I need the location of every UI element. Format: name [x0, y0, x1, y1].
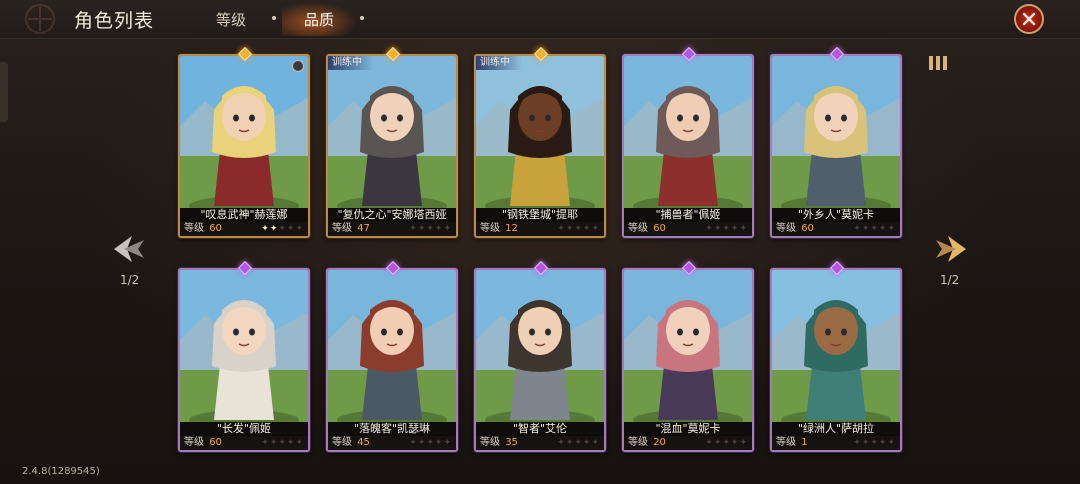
- character-portrait: [476, 270, 604, 422]
- character-portrait: [772, 56, 900, 208]
- character-level-row: 等级 12 ✦✦✦✦✦: [476, 222, 604, 236]
- star-rating: ✦✦✦✦✦: [557, 224, 600, 234]
- level-label: 等级: [776, 437, 796, 448]
- character-name: "长发"佩姬: [180, 422, 308, 436]
- top-bar: 角色列表 等级 品质: [0, 0, 1080, 39]
- training-tag: 训练中: [476, 56, 522, 70]
- grid-view-icon: [929, 56, 947, 70]
- level-label: 等级: [776, 223, 796, 234]
- character-name: "智者"艾伦: [476, 422, 604, 436]
- training-tag: 训练中: [328, 56, 374, 70]
- close-icon: [1022, 12, 1036, 26]
- page-indicator-right: 1/2: [940, 273, 960, 287]
- close-button[interactable]: [1014, 4, 1044, 34]
- star-rating: ✦✦✦✦✦: [261, 224, 304, 234]
- star-rating: ✦✦✦✦✦: [705, 438, 748, 448]
- character-portrait: [180, 270, 308, 422]
- character-level-row: 等级 1 ✦✦✦✦✦: [772, 436, 900, 450]
- character-name: "捕兽者"佩姬: [624, 208, 752, 222]
- version-label: 2.4.8(1289545): [22, 466, 100, 477]
- character-portrait: [624, 270, 752, 422]
- character-card[interactable]: "钢铁堡城"提耶 等级 12 ✦✦✦✦✦ 训练中: [474, 54, 606, 238]
- page-indicator-left: 1/2: [120, 273, 140, 287]
- level-label: 等级: [628, 223, 648, 234]
- character-level-row: 等级 45 ✦✦✦✦✦: [328, 436, 456, 450]
- level-value: 12: [505, 223, 518, 234]
- character-name: "叹息武神"赫莲娜: [180, 208, 308, 222]
- character-name: "落魄客"凯瑟琳: [328, 422, 456, 436]
- level-value: 20: [653, 437, 666, 448]
- emblem-icon: [25, 4, 55, 34]
- arrow-left-icon: [114, 236, 144, 262]
- star-rating: ✦✦✦✦✦: [409, 438, 452, 448]
- character-card[interactable]: "捕兽者"佩姬 等级 60 ✦✦✦✦✦: [622, 54, 754, 238]
- character-portrait: [328, 56, 456, 208]
- level-label: 等级: [332, 223, 352, 234]
- level-label: 等级: [184, 437, 204, 448]
- character-card[interactable]: "叹息武神"赫莲娜 等级 60 ✦✦✦✦✦: [178, 54, 310, 238]
- character-card[interactable]: "复仇之心"安娜塔西娅 等级 47 ✦✦✦✦✦ 训练中: [326, 54, 458, 238]
- level-value: 35: [505, 437, 518, 448]
- character-name: "混血"莫妮卡: [624, 422, 752, 436]
- level-label: 等级: [184, 223, 204, 234]
- star-badge-icon: [292, 60, 304, 72]
- grid-view-button[interactable]: [926, 52, 950, 74]
- tab-level[interactable]: 等级: [216, 9, 246, 31]
- character-level-row: 等级 60 ✦✦✦✦✦: [180, 436, 308, 450]
- side-drawer-tab[interactable]: [0, 62, 8, 122]
- tab-separator-dot: [272, 16, 276, 20]
- star-rating: ✦✦✦✦✦: [557, 438, 600, 448]
- star-rating: ✦✦✦✦✦: [853, 438, 896, 448]
- star-rating: ✦✦✦✦✦: [853, 224, 896, 234]
- character-level-row: 等级 60 ✦✦✦✦✦: [180, 222, 308, 236]
- character-list-screen: 角色列表 等级 品质 1/2 1/2 "叹息武神"赫莲娜 等级 60 ✦✦✦✦✦…: [0, 0, 1080, 484]
- character-portrait: [180, 56, 308, 208]
- character-level-row: 等级 47 ✦✦✦✦✦: [328, 222, 456, 236]
- level-value: 45: [357, 437, 370, 448]
- character-portrait: [476, 56, 604, 208]
- character-portrait: [624, 56, 752, 208]
- tab-quality[interactable]: 品质: [304, 9, 334, 31]
- level-value: 47: [357, 223, 370, 234]
- character-card[interactable]: "混血"莫妮卡 等级 20 ✦✦✦✦✦: [622, 268, 754, 452]
- level-label: 等级: [480, 223, 500, 234]
- character-level-row: 等级 60 ✦✦✦✦✦: [772, 222, 900, 236]
- character-portrait: [772, 270, 900, 422]
- level-value: 60: [653, 223, 666, 234]
- next-page-button[interactable]: [930, 232, 970, 266]
- star-rating: ✦✦✦✦✦: [261, 438, 304, 448]
- character-name: "外乡人"莫妮卡: [772, 208, 900, 222]
- character-level-row: 等级 35 ✦✦✦✦✦: [476, 436, 604, 450]
- tab-separator-dot: [360, 16, 364, 20]
- level-value: 60: [209, 223, 222, 234]
- level-value: 60: [209, 437, 222, 448]
- character-portrait: [328, 270, 456, 422]
- character-level-row: 等级 20 ✦✦✦✦✦: [624, 436, 752, 450]
- character-name: "复仇之心"安娜塔西娅: [328, 208, 456, 222]
- star-rating: ✦✦✦✦✦: [409, 224, 452, 234]
- level-value: 1: [801, 437, 808, 448]
- arrow-right-icon: [936, 236, 966, 262]
- character-card[interactable]: "智者"艾伦 等级 35 ✦✦✦✦✦: [474, 268, 606, 452]
- level-label: 等级: [332, 437, 352, 448]
- character-name: "绿洲人"萨胡拉: [772, 422, 900, 436]
- level-label: 等级: [628, 437, 648, 448]
- character-name: "钢铁堡城"提耶: [476, 208, 604, 222]
- star-rating: ✦✦✦✦✦: [705, 224, 748, 234]
- character-card[interactable]: "落魄客"凯瑟琳 等级 45 ✦✦✦✦✦: [326, 268, 458, 452]
- prev-page-button[interactable]: [110, 232, 150, 266]
- character-card[interactable]: "绿洲人"萨胡拉 等级 1 ✦✦✦✦✦: [770, 268, 902, 452]
- level-value: 60: [801, 223, 814, 234]
- character-level-row: 等级 60 ✦✦✦✦✦: [624, 222, 752, 236]
- character-card[interactable]: "外乡人"莫妮卡 等级 60 ✦✦✦✦✦: [770, 54, 902, 238]
- character-card[interactable]: "长发"佩姬 等级 60 ✦✦✦✦✦: [178, 268, 310, 452]
- page-title: 角色列表: [74, 10, 155, 32]
- level-label: 等级: [480, 437, 500, 448]
